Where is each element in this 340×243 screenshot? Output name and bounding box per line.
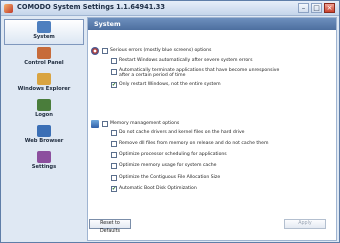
control-panel-icon bbox=[37, 47, 51, 59]
error-icon bbox=[91, 47, 99, 55]
restart-windows-checkbox[interactable] bbox=[111, 58, 117, 64]
sidebar-item-label: Settings bbox=[31, 164, 57, 170]
maximize-button[interactable]: □ bbox=[311, 3, 322, 13]
no-cache-drivers-checkbox[interactable] bbox=[111, 130, 117, 136]
boot-disk-optimization-checkbox[interactable]: ✔ bbox=[111, 186, 117, 192]
app-window: COMODO System Settings 1.1.64941.33 – □ … bbox=[0, 0, 340, 243]
windows-explorer-icon bbox=[37, 73, 51, 85]
remove-dll-checkbox[interactable] bbox=[111, 141, 117, 147]
sidebar-item-logon[interactable]: Logon bbox=[4, 97, 84, 123]
option-label-continued: after a certain period of time bbox=[119, 73, 186, 78]
sidebar-item-control-panel[interactable]: Control Panel bbox=[4, 45, 84, 71]
reset-to-defaults-button[interactable]: Reset to Defaults bbox=[89, 219, 131, 234]
sidebar-item-web-browser[interactable]: Web Browser bbox=[4, 123, 84, 149]
sidebar-item-system[interactable]: System bbox=[4, 19, 84, 45]
option-label: Optimize memory usage for system cache bbox=[119, 163, 217, 168]
serious-errors-label: Serious errors (mostly blue screens) opt… bbox=[110, 48, 212, 53]
apply-button[interactable]: Apply bbox=[284, 219, 326, 229]
sidebar-item-label: Windows Explorer bbox=[17, 86, 71, 92]
terminate-apps-checkbox[interactable] bbox=[111, 69, 117, 75]
main-header: System bbox=[88, 18, 336, 30]
sidebar-item-windows-explorer[interactable]: Windows Explorer bbox=[4, 71, 84, 97]
file-allocation-checkbox[interactable] bbox=[111, 175, 117, 181]
sidebar: System Control Panel Windows Explorer Lo… bbox=[4, 19, 84, 240]
serious-errors-checkbox[interactable] bbox=[102, 48, 108, 54]
option-label: Remove dll files from memory on release … bbox=[119, 141, 269, 146]
page-title: System bbox=[94, 20, 121, 28]
option-label: Optimize processor scheduling for applic… bbox=[119, 152, 227, 157]
app-logo-icon bbox=[4, 4, 13, 13]
close-button[interactable]: × bbox=[324, 3, 335, 13]
option-label: Only restart Windows, not the entire sys… bbox=[119, 82, 221, 87]
sidebar-item-label: Logon bbox=[35, 112, 53, 118]
memory-management-checkbox[interactable] bbox=[102, 121, 108, 127]
sidebar-item-label: Control Panel bbox=[24, 60, 64, 66]
option-label: Do not cache drivers and kernel files on… bbox=[119, 130, 245, 135]
logon-icon bbox=[37, 99, 51, 111]
system-icon bbox=[37, 21, 51, 33]
option-label: Restart Windows automatically after seve… bbox=[119, 58, 253, 63]
settings-icon bbox=[37, 151, 51, 163]
processor-scheduling-checkbox[interactable] bbox=[111, 152, 117, 158]
memory-management-label: Memory management options bbox=[110, 121, 180, 126]
sidebar-item-settings[interactable]: Settings bbox=[4, 149, 84, 175]
title-bar: COMODO System Settings 1.1.64941.33 – □ … bbox=[1, 1, 339, 16]
option-label: Automatic Boot Disk Optimization bbox=[119, 186, 197, 191]
main-panel: System Serious errors (mostly blue scree… bbox=[87, 17, 337, 241]
system-cache-checkbox[interactable] bbox=[111, 163, 117, 169]
memory-icon bbox=[91, 120, 99, 128]
sidebar-item-label: System bbox=[33, 34, 55, 40]
window-title: COMODO System Settings 1.1.64941.33 bbox=[17, 3, 165, 11]
web-browser-icon bbox=[37, 125, 51, 137]
only-restart-windows-checkbox[interactable]: ✔ bbox=[111, 82, 117, 88]
minimize-button[interactable]: – bbox=[298, 3, 309, 13]
option-label: Optimize the Contiguous File Allocation … bbox=[119, 175, 221, 180]
sidebar-item-label: Web Browser bbox=[24, 138, 64, 144]
